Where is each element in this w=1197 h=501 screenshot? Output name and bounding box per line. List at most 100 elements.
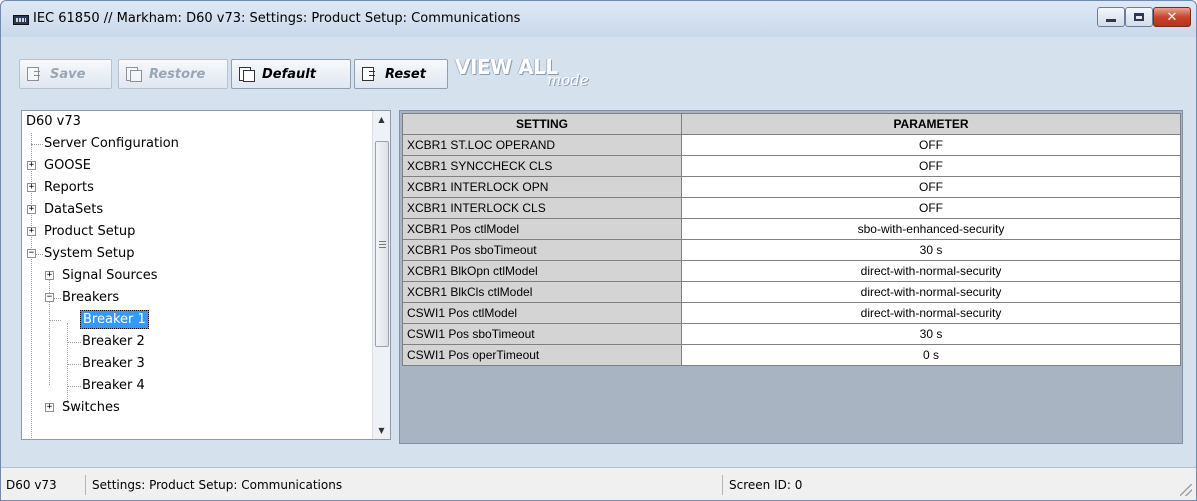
setting-name-cell: XCBR1 ST.LOC OPERAND xyxy=(402,134,682,156)
status-path: Settings: Product Setup: Communications xyxy=(87,475,723,495)
parameter-value-cell[interactable]: OFF xyxy=(681,197,1181,219)
tree-item-datasets[interactable]: + DataSets xyxy=(27,199,105,221)
tree-item-label: Server Configuration xyxy=(44,136,179,151)
tree-item-label: Breakers xyxy=(62,290,120,305)
expand-icon[interactable]: + xyxy=(45,403,54,412)
table-row[interactable]: XCBR1 INTERLOCK CLS OFF xyxy=(402,197,1181,219)
reset-icon xyxy=(361,66,379,82)
table-row[interactable]: XCBR1 Pos sboTimeout 30 s xyxy=(402,239,1181,261)
status-device: D60 v73 xyxy=(1,475,86,495)
settings-table: SETTING PARAMETER XCBR1 ST.LOC OPERAND OF… xyxy=(402,113,1181,366)
tree-item-breakers[interactable]: − Breakers xyxy=(45,287,121,309)
table-row[interactable]: XCBR1 INTERLOCK OPN OFF xyxy=(402,176,1181,198)
tree-root-label: D60 v73 xyxy=(26,114,81,129)
parameter-value-cell[interactable]: sbo-with-enhanced-security xyxy=(681,218,1181,240)
tree-item-label: System Setup xyxy=(44,246,135,261)
column-header-parameter[interactable]: PARAMETER xyxy=(681,113,1181,135)
expand-icon[interactable]: + xyxy=(27,161,36,170)
save-label: Save xyxy=(50,66,86,82)
scrollbar-thumb[interactable] xyxy=(375,141,389,347)
parameter-value-cell[interactable]: OFF xyxy=(681,155,1181,177)
application-window: IEC 61850 // Markham: D60 v73: Settings:… xyxy=(0,0,1197,501)
minimize-button[interactable] xyxy=(1097,7,1125,27)
expand-icon[interactable]: + xyxy=(27,227,36,236)
expand-icon[interactable]: + xyxy=(45,271,54,280)
scroll-up-arrow-icon[interactable]: ▲ xyxy=(373,111,390,128)
setting-name-cell: XCBR1 SYNCCHECK CLS xyxy=(402,155,682,177)
parameter-value-cell[interactable]: 30 s xyxy=(681,239,1181,261)
reset-button[interactable]: Reset xyxy=(354,59,448,89)
scroll-down-arrow-icon[interactable]: ▼ xyxy=(373,422,390,439)
tree-item-server-configuration[interactable]: Server Configuration xyxy=(42,133,181,155)
collapse-icon[interactable]: − xyxy=(27,249,36,258)
default-label: Default xyxy=(262,66,316,82)
setting-name-cell: CSWI1 Pos ctlModel xyxy=(402,302,682,324)
table-row[interactable]: XCBR1 ST.LOC OPERAND OFF xyxy=(402,134,1181,156)
toolbar: Save Restore Default Reset VIEW ALL mode xyxy=(17,37,717,97)
setting-name-cell: XCBR1 BlkOpn ctlModel xyxy=(402,260,682,282)
tree-item-label: GOOSE xyxy=(44,158,92,173)
title-bar[interactable]: IEC 61850 // Markham: D60 v73: Settings:… xyxy=(1,1,1196,37)
parameter-value-cell[interactable]: 0 s xyxy=(681,344,1181,366)
parameter-value-cell[interactable]: direct-with-normal-security xyxy=(681,260,1181,282)
table-row[interactable]: XCBR1 BlkCls ctlModel direct-with-normal-… xyxy=(402,281,1181,303)
tree-root[interactable]: D60 v73 xyxy=(24,111,83,133)
parameter-value-cell[interactable]: direct-with-normal-security xyxy=(681,281,1181,303)
main-area: D60 v73 Server Configuration + GOOSE + R… xyxy=(13,100,1188,460)
minimize-icon xyxy=(1106,18,1116,22)
tree-item-label: Reports xyxy=(44,180,94,195)
tree-item-breaker-4[interactable]: Breaker 4 xyxy=(80,375,147,397)
table-row[interactable]: XCBR1 SYNCCHECK CLS OFF xyxy=(402,155,1181,177)
table-row[interactable]: XCBR1 Pos ctlModel sbo-with-enhanced-secu… xyxy=(402,218,1181,240)
default-button[interactable]: Default xyxy=(231,59,351,89)
expand-icon[interactable]: + xyxy=(27,183,36,192)
parameter-value-cell[interactable]: OFF xyxy=(681,134,1181,156)
column-header-setting[interactable]: SETTING xyxy=(402,113,682,135)
view-all-text: VIEW ALL xyxy=(455,55,558,79)
table-row[interactable]: CSWI1 Pos operTimeout 0 s xyxy=(402,344,1181,366)
application-icon[interactable] xyxy=(13,15,29,25)
tree-item-label: Breaker 2 xyxy=(82,334,145,349)
tree-scrollbar[interactable]: ▲ ▼ xyxy=(372,111,390,439)
tree-item-reports[interactable]: + Reports xyxy=(27,177,96,199)
collapse-icon[interactable]: − xyxy=(45,293,54,302)
tree-item-breaker-1[interactable]: Breaker 1 xyxy=(80,309,149,331)
close-button[interactable]: ✕ xyxy=(1153,7,1191,27)
tree-item-label: Breaker 3 xyxy=(82,356,145,371)
table-row[interactable]: CSWI1 Pos sboTimeout 30 s xyxy=(402,323,1181,345)
setting-name-cell: XCBR1 INTERLOCK CLS xyxy=(402,197,682,219)
tree-item-label: Breaker 4 xyxy=(82,378,145,393)
expand-icon[interactable]: + xyxy=(27,205,36,214)
tree-item-label: Product Setup xyxy=(44,224,136,239)
setting-name-cell: XCBR1 BlkCls ctlModel xyxy=(402,281,682,303)
parameter-value-cell[interactable]: 30 s xyxy=(681,323,1181,345)
status-bar: D60 v73 Settings: Product Setup: Communi… xyxy=(1,467,1196,500)
save-button[interactable]: Save xyxy=(19,59,112,89)
tree-item-label: Switches xyxy=(62,400,120,415)
tree-item-breaker-2[interactable]: Breaker 2 xyxy=(80,331,147,353)
tree-item-switches[interactable]: + Switches xyxy=(45,397,122,419)
tree-item-product-setup[interactable]: + Product Setup xyxy=(27,221,137,243)
restore-icon xyxy=(125,66,143,82)
settings-tree[interactable]: D60 v73 Server Configuration + GOOSE + R… xyxy=(21,110,391,440)
tree-item-label: Signal Sources xyxy=(62,268,158,283)
tree-item-goose[interactable]: + GOOSE xyxy=(27,155,93,177)
table-row[interactable]: XCBR1 BlkOpn ctlModel direct-with-normal-… xyxy=(402,260,1181,282)
maximize-button[interactable] xyxy=(1125,7,1153,27)
maximize-icon xyxy=(1134,13,1144,21)
table-row[interactable]: CSWI1 Pos ctlModel direct-with-normal-sec… xyxy=(402,302,1181,324)
parameter-value-cell[interactable]: direct-with-normal-security xyxy=(681,302,1181,324)
setting-name-cell: CSWI1 Pos sboTimeout xyxy=(402,323,682,345)
restore-button[interactable]: Restore xyxy=(118,59,228,89)
save-icon xyxy=(26,66,44,82)
default-icon xyxy=(238,66,256,82)
parameter-value-cell[interactable]: OFF xyxy=(681,176,1181,198)
resize-grip-icon[interactable] xyxy=(1180,484,1192,496)
setting-name-cell: XCBR1 Pos sboTimeout xyxy=(402,239,682,261)
setting-name-cell: XCBR1 Pos ctlModel xyxy=(402,218,682,240)
tree-item-system-setup[interactable]: − System Setup xyxy=(27,243,136,265)
settings-grid: SETTING PARAMETER XCBR1 ST.LOC OPERAND OF… xyxy=(399,110,1183,444)
tree-item-signal-sources[interactable]: + Signal Sources xyxy=(45,265,160,287)
tree-item-breaker-3[interactable]: Breaker 3 xyxy=(80,353,147,375)
view-all-mode-text: mode xyxy=(547,71,589,89)
